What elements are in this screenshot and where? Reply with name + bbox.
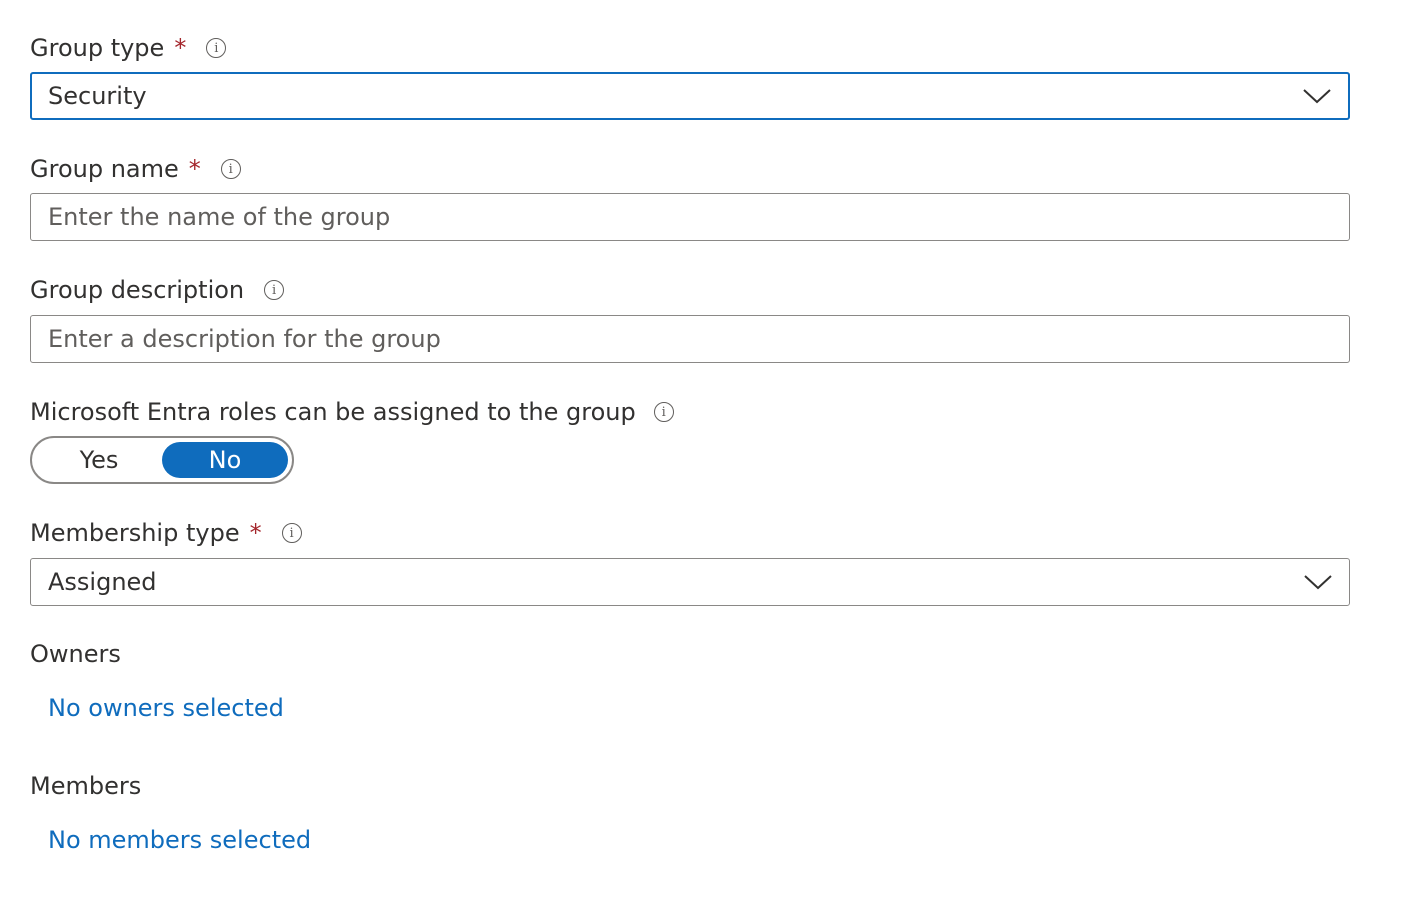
- group-name-label: Group name: [30, 155, 179, 183]
- group-name-field[interactable]: [30, 193, 1350, 241]
- info-icon[interactable]: i: [653, 402, 674, 422]
- group-name-input[interactable]: [48, 194, 1349, 240]
- entra-roles-toggle[interactable]: Yes No: [30, 436, 294, 484]
- entra-roles-label-row: Microsoft Entra roles can be assigned to…: [30, 395, 674, 429]
- required-asterisk: *: [174, 34, 187, 62]
- group-description-input[interactable]: [48, 316, 1349, 362]
- membership-type-label-row: Membership type * i: [30, 516, 302, 550]
- group-type-label: Group type: [30, 34, 165, 62]
- group-name-label-row: Group name * i: [30, 152, 241, 186]
- entra-roles-label: Microsoft Entra roles can be assigned to…: [30, 398, 636, 426]
- membership-type-selected-value: Assigned: [48, 568, 157, 596]
- group-type-selected-value: Security: [48, 82, 147, 110]
- group-description-field[interactable]: [30, 315, 1350, 363]
- membership-type-dropdown[interactable]: Assigned: [30, 558, 1350, 606]
- group-description-label: Group description: [30, 276, 245, 304]
- group-type-label-row: Group type * i: [30, 31, 227, 65]
- membership-type-label: Membership type: [30, 519, 240, 547]
- owners-link[interactable]: No owners selected: [48, 694, 284, 722]
- chevron-down-icon: [1304, 575, 1332, 590]
- members-label: Members: [30, 772, 142, 800]
- info-icon[interactable]: i: [220, 159, 241, 179]
- info-icon[interactable]: i: [281, 523, 302, 543]
- required-asterisk: *: [188, 155, 201, 183]
- group-type-dropdown[interactable]: Security: [30, 72, 1350, 120]
- chevron-down-icon: [1303, 89, 1331, 104]
- info-icon[interactable]: i: [206, 38, 227, 58]
- required-asterisk: *: [249, 519, 262, 547]
- members-link[interactable]: No members selected: [48, 826, 311, 854]
- group-description-label-row: Group description i: [30, 273, 285, 307]
- toggle-option-yes[interactable]: Yes: [36, 442, 162, 478]
- owners-label: Owners: [30, 640, 121, 668]
- toggle-option-no[interactable]: No: [162, 442, 288, 478]
- info-icon[interactable]: i: [264, 280, 285, 300]
